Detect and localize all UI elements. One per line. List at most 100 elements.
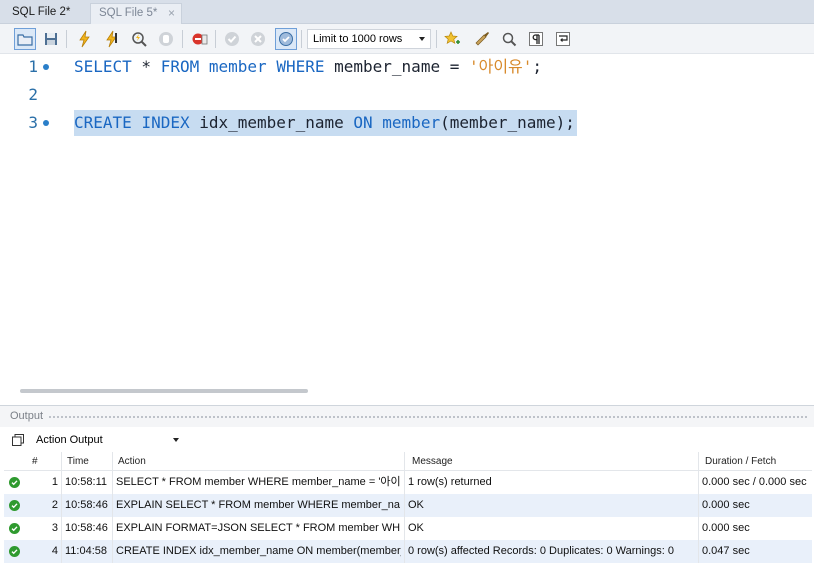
column-divider[interactable]: [698, 452, 699, 470]
column-divider: [112, 471, 113, 494]
limit-rows-label: Limit to 1000 rows: [313, 33, 403, 45]
output-toolbar: Action Output: [0, 428, 814, 452]
cell-duration: 0.000 sec: [702, 522, 750, 534]
cell-time: 10:58:46: [65, 522, 108, 534]
output-title: Output: [10, 410, 44, 422]
limit-rows-select[interactable]: Limit to 1000 rows: [307, 29, 431, 49]
statement-marker-icon: [43, 64, 49, 70]
sql-keyword: member: [208, 57, 267, 76]
column-divider: [404, 471, 405, 494]
folder-icon: [17, 34, 33, 46]
column-header[interactable]: Action: [118, 452, 146, 470]
copy-icon[interactable]: [11, 433, 25, 447]
sql-keyword: CREATE: [74, 113, 132, 132]
hand-stop-icon: [159, 32, 173, 46]
save-button[interactable]: [40, 28, 62, 50]
column-header[interactable]: #: [32, 452, 38, 470]
star-plus-icon: [444, 31, 460, 45]
tab-sql-file-5[interactable]: SQL File 5* ×: [90, 3, 182, 24]
sql-text: (member_name);: [440, 113, 575, 132]
lightning-icon: [79, 30, 90, 48]
search-icon: [502, 32, 517, 47]
sql-text: member_name =: [324, 57, 469, 76]
column-divider[interactable]: [112, 452, 113, 470]
invisible-characters-button[interactable]: [525, 28, 547, 50]
beautify-button[interactable]: [471, 28, 493, 50]
column-header[interactable]: Time: [67, 452, 89, 470]
sql-editor[interactable]: 1 SELECT * FROM member WHERE member_name…: [0, 54, 814, 384]
output-panel-header: Output: [0, 405, 814, 427]
open-file-button[interactable]: [14, 28, 36, 50]
table-row[interactable]: 4 11:04:58 CREATE INDEX idx_member_name ON…: [4, 540, 812, 563]
line-number: 3: [28, 113, 38, 132]
stop-on-error-button[interactable]: [189, 28, 211, 50]
sql-string: '아이유': [468, 57, 533, 76]
cell-duration: 0.047 sec: [702, 545, 750, 557]
statement-marker-icon: [43, 120, 49, 126]
explain-button[interactable]: [128, 28, 150, 50]
autocommit-icon: [279, 32, 293, 46]
stop-button[interactable]: [155, 28, 177, 50]
cell-duration: 0.000 sec: [702, 499, 750, 511]
commit-button[interactable]: [221, 28, 243, 50]
execute-button[interactable]: [74, 28, 96, 50]
sql-keyword: member: [382, 113, 441, 132]
column-divider[interactable]: [404, 452, 405, 470]
editor-line[interactable]: 3 CREATE INDEX idx_member_name ON member…: [0, 110, 814, 136]
panel-grip[interactable]: [48, 415, 808, 419]
cell-time: 10:58:46: [65, 499, 108, 511]
add-snippet-button[interactable]: [441, 28, 463, 50]
sql-text: idx_member_name: [189, 113, 354, 132]
rollback-button[interactable]: [247, 28, 269, 50]
editor-line[interactable]: 2: [0, 82, 814, 108]
toolbar-separator: [301, 30, 302, 48]
column-header[interactable]: Message: [412, 452, 453, 470]
table-row[interactable]: 1 10:58:11 SELECT * FROM member WHERE memb…: [4, 471, 812, 494]
cell-action: CREATE INDEX idx_member_name ON member(m…: [116, 545, 401, 557]
chevron-down-icon: [173, 438, 179, 442]
sql-keyword: SELECT: [74, 57, 132, 76]
toolbar-separator: [182, 30, 183, 48]
code-text[interactable]: SELECT * FROM member WHERE member_name =…: [74, 54, 542, 80]
column-divider: [698, 494, 699, 517]
close-tab-icon[interactable]: ×: [168, 4, 175, 23]
horizontal-scrollbar[interactable]: [20, 389, 308, 393]
column-divider: [404, 517, 405, 540]
sql-text: ;: [532, 57, 543, 76]
column-divider: [404, 540, 405, 563]
column-divider: [61, 517, 62, 540]
cell-message: 0 row(s) affected Records: 0 Duplicates:…: [408, 545, 674, 557]
table-row[interactable]: 2 10:58:46 EXPLAIN SELECT * FROM member WH…: [4, 494, 812, 517]
find-button[interactable]: [498, 28, 520, 50]
column-divider[interactable]: [61, 452, 62, 470]
cell-message: OK: [408, 522, 424, 534]
autocommit-toggle[interactable]: [275, 28, 297, 50]
tab-sql-file-2[interactable]: SQL File 2*: [4, 3, 86, 24]
cell-num: 3: [51, 522, 58, 534]
execute-current-statement-button[interactable]: [101, 28, 123, 50]
word-wrap-icon: [556, 32, 570, 46]
sql-keyword: WHERE: [276, 57, 325, 76]
check-circle-icon: [225, 32, 239, 46]
grid-header: # Time Action Message Duration / Fetch: [4, 452, 812, 471]
action-output-grid: # Time Action Message Duration / Fetch 1…: [4, 452, 812, 563]
sql-keyword: FROM: [160, 57, 200, 76]
column-divider: [112, 540, 113, 563]
wrap-lines-button[interactable]: [552, 28, 574, 50]
column-divider: [61, 494, 62, 517]
column-header[interactable]: Duration / Fetch: [705, 452, 776, 470]
column-divider: [698, 471, 699, 494]
column-divider: [61, 471, 62, 494]
line-number: 2: [28, 85, 38, 104]
editor-line[interactable]: 1 SELECT * FROM member WHERE member_name…: [0, 54, 814, 80]
cell-action: EXPLAIN SELECT * FROM member WHERE membe…: [116, 499, 401, 511]
toolbar-separator: [66, 30, 67, 48]
line-number: 1: [28, 57, 38, 76]
pilcrow-icon: [529, 32, 543, 46]
code-text-selected[interactable]: CREATE INDEX idx_member_name ON member(m…: [74, 110, 577, 136]
table-row[interactable]: 3 10:58:46 EXPLAIN FORMAT=JSON SELECT * FR…: [4, 517, 812, 540]
success-check-icon: [9, 523, 20, 534]
output-view-select[interactable]: Action Output: [31, 431, 181, 449]
